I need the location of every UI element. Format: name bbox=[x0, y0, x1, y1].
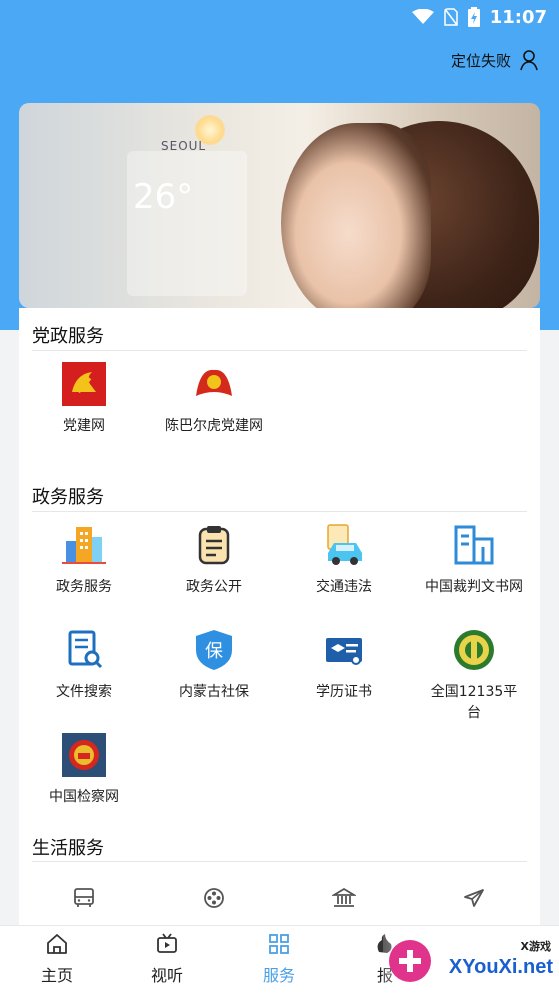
grid-icon bbox=[269, 934, 289, 954]
service-item-traffic-violation[interactable]: 交通违法 bbox=[279, 523, 409, 598]
service-item-gov-services[interactable]: 政务服务 bbox=[19, 523, 149, 598]
service-label: 学历证书 bbox=[316, 684, 372, 700]
certificate-icon bbox=[322, 628, 366, 672]
watermark-overlay: X游戏 XYouXi.net bbox=[383, 930, 559, 994]
service-item-12135-platform[interactable]: 全国12135平台 bbox=[409, 628, 539, 724]
wifi-icon bbox=[411, 9, 434, 24]
divider bbox=[32, 511, 527, 512]
nav-home-label: 主页 bbox=[40, 966, 73, 985]
banner-city: SEOUL bbox=[161, 139, 207, 153]
service-label: 交通违法 bbox=[316, 579, 372, 595]
banner-temperature: 26° bbox=[133, 177, 194, 217]
service-item-court-documents[interactable]: 中国裁判文书网 bbox=[409, 523, 539, 598]
service-item-education-certificate[interactable]: 学历证书 bbox=[279, 628, 409, 703]
banner-person-face bbox=[281, 123, 431, 308]
service-label: 中国裁判文书网 bbox=[425, 579, 523, 595]
services-panel: 党政服务 党建网 陈巴尔虎党建网 政务服务 政务服务 政务公开 交通违法 中国裁… bbox=[19, 308, 540, 925]
service-label: 党建网 bbox=[63, 418, 105, 434]
service-label: 全国12135平台 bbox=[430, 684, 518, 721]
banner-weather-card bbox=[127, 151, 247, 296]
clock: 11:07 bbox=[489, 6, 547, 28]
service-label: 陈巴尔虎党建网 bbox=[165, 418, 263, 434]
service-item-bus[interactable] bbox=[19, 876, 149, 920]
party-flag-icon bbox=[192, 362, 236, 406]
section-title-government: 政务服务 bbox=[32, 487, 104, 508]
watermark-site-text: XYouXi.net bbox=[448, 956, 553, 978]
insurance-shield-icon: 保 bbox=[192, 628, 236, 672]
status-bar: 11:07 bbox=[0, 0, 559, 34]
clipboard-icon bbox=[192, 523, 236, 567]
section-title-party: 党政服务 bbox=[32, 326, 104, 347]
nav-services[interactable]: 服务 bbox=[224, 932, 334, 986]
service-label: 政务公开 bbox=[186, 579, 242, 595]
service-label: 文件搜索 bbox=[56, 684, 112, 700]
banner-carousel[interactable]: SEOUL 26° bbox=[19, 103, 540, 308]
car-icon bbox=[322, 523, 366, 567]
location-button[interactable]: 定位失败 bbox=[451, 48, 541, 72]
badge-emblem-icon bbox=[452, 628, 496, 672]
nav-home[interactable]: 主页 bbox=[2, 932, 112, 986]
service-item-flight[interactable] bbox=[409, 876, 539, 920]
court-building-icon bbox=[452, 523, 496, 567]
video-icon bbox=[157, 933, 177, 953]
party-emblem-icon bbox=[62, 362, 106, 406]
service-item-file-search[interactable]: 文件搜索 bbox=[19, 628, 149, 703]
plane-icon bbox=[452, 876, 496, 920]
service-item-chenbaerhu-party[interactable]: 陈巴尔虎党建网 bbox=[149, 362, 279, 437]
service-item-film[interactable] bbox=[149, 876, 279, 920]
service-label: 内蒙古社保 bbox=[179, 684, 249, 700]
divider bbox=[32, 861, 527, 862]
film-reel-icon bbox=[192, 876, 236, 920]
service-item-procuratorate-net[interactable]: 中国检察网 bbox=[19, 733, 149, 808]
bank-icon bbox=[322, 876, 366, 920]
section-title-life: 生活服务 bbox=[32, 838, 104, 859]
nav-services-label: 服务 bbox=[262, 966, 295, 985]
service-item-social-insurance[interactable]: 保 内蒙古社保 bbox=[149, 628, 279, 703]
national-emblem-icon bbox=[62, 733, 106, 777]
watermark-small-text: X游戏 bbox=[520, 940, 551, 953]
service-label: 中国检察网 bbox=[49, 789, 119, 805]
bus-icon bbox=[62, 876, 106, 920]
battery-charging-icon bbox=[467, 7, 480, 27]
divider bbox=[32, 350, 527, 351]
service-item-bank[interactable] bbox=[279, 876, 409, 920]
location-label: 定位失败 bbox=[450, 51, 511, 70]
gamepad-logo-icon bbox=[389, 940, 431, 982]
service-item-gov-public[interactable]: 政务公开 bbox=[149, 523, 279, 598]
service-item-party-net[interactable]: 党建网 bbox=[19, 362, 149, 437]
service-label: 政务服务 bbox=[56, 579, 112, 595]
home-icon bbox=[47, 934, 67, 954]
svg-text:保: 保 bbox=[205, 641, 223, 662]
nav-media-label: 视听 bbox=[150, 966, 183, 985]
location-person-icon bbox=[520, 50, 538, 71]
nav-media[interactable]: 视听 bbox=[112, 932, 222, 986]
file-search-icon bbox=[62, 628, 106, 672]
no-sim-icon bbox=[443, 8, 458, 26]
building-icon bbox=[62, 523, 106, 567]
